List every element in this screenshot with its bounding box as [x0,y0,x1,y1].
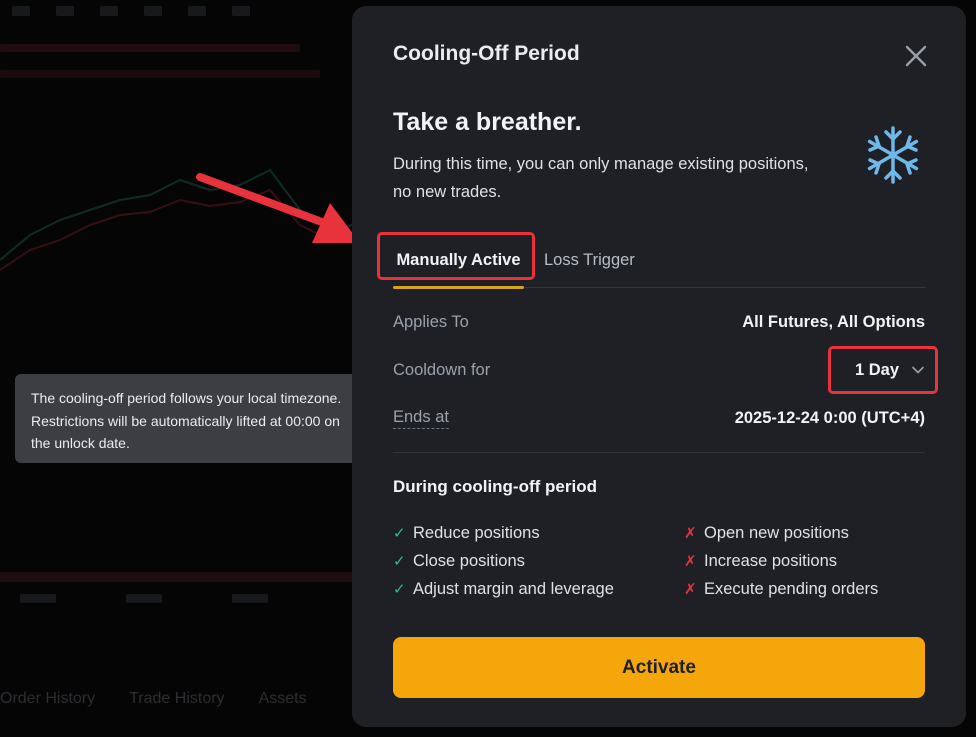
tooltip-text: The cooling-off period follows your loca… [31,390,342,451]
check-icon: ✓ [393,581,406,598]
cooling-off-modal: Cooling-Off Period Take a breather. Duri… [352,6,966,727]
price-info-line [0,70,320,78]
cross-icon: ✗ [684,553,697,570]
cross-icon: ✗ [684,525,697,542]
allowed-item: ✓ Adjust margin and leverage [393,578,614,600]
tab-label: Manually Active [396,250,521,269]
ends-at-row: Ends at 2025-12-24 0:00 (UTC+4) [393,403,925,433]
blocked-item-label: Execute pending orders [704,579,879,598]
cooldown-label: Cooldown for [393,360,491,379]
blocked-item: ✗ Execute pending orders [684,578,878,600]
ends-at-value: 2025-12-24 0:00 (UTC+4) [734,408,925,427]
snowflake-icon [867,126,919,184]
tab-loss-trigger[interactable]: Loss Trigger [544,234,635,286]
price-info-line [0,44,300,52]
tab-manually-active[interactable]: Manually Active [393,234,524,289]
cross-icon: ✗ [684,581,697,598]
blocked-item-label: Increase positions [704,551,837,570]
check-icon: ✓ [393,525,406,542]
check-icon: ✓ [393,553,406,570]
close-icon [905,45,927,67]
applies-to-value: All Futures, All Options [742,312,925,331]
allowed-list: ✓ Reduce positions ✓ Close positions ✓ A… [393,522,614,600]
allowed-item: ✓ Close positions [393,550,614,572]
permissions-title: During cooling-off period [393,477,597,496]
bottom-tabs: Order History Trade History Assets [0,690,307,708]
allowed-item-label: Close positions [413,551,525,570]
ends-at-label[interactable]: Ends at [393,408,449,429]
trade-history-tab[interactable]: Trade History [129,690,224,708]
blocked-item: ✗ Increase positions [684,550,878,572]
section-divider [393,452,925,453]
time-axis [20,594,268,603]
cooldown-row: Cooldown for 1 Day [393,355,925,385]
blocked-item-label: Open new positions [704,523,849,542]
hero-heading: Take a breather. [393,108,582,136]
allowed-item: ✓ Reduce positions [393,522,614,544]
assets-tab[interactable]: Assets [259,690,307,708]
blocked-item: ✗ Open new positions [684,522,878,544]
allowed-item-label: Adjust margin and leverage [413,579,614,598]
close-button[interactable] [902,42,930,70]
cooldown-select[interactable]: 1 Day [855,361,925,380]
chevron-down-icon [912,366,924,374]
applies-to-label: Applies To [393,312,469,331]
applies-to-row: Applies To All Futures, All Options [393,307,925,337]
active-tab-underline [393,286,524,289]
tab-label: Loss Trigger [544,250,635,269]
activate-button[interactable]: Activate [393,637,925,698]
timezone-tooltip: The cooling-off period follows your loca… [15,374,381,463]
hero-description: During this time, you can only manage ex… [393,155,809,201]
volume-bars [0,572,352,582]
cooldown-value: 1 Day [854,360,899,379]
allowed-item-label: Reduce positions [413,523,540,542]
blocked-list: ✗ Open new positions ✗ Increase position… [684,522,878,600]
mode-tabs: Manually Active Loss Trigger [393,234,925,289]
order-history-tab[interactable]: Order History [0,690,95,708]
modal-title: Cooling-Off Period [393,42,580,65]
chart-toolbar [0,0,340,22]
